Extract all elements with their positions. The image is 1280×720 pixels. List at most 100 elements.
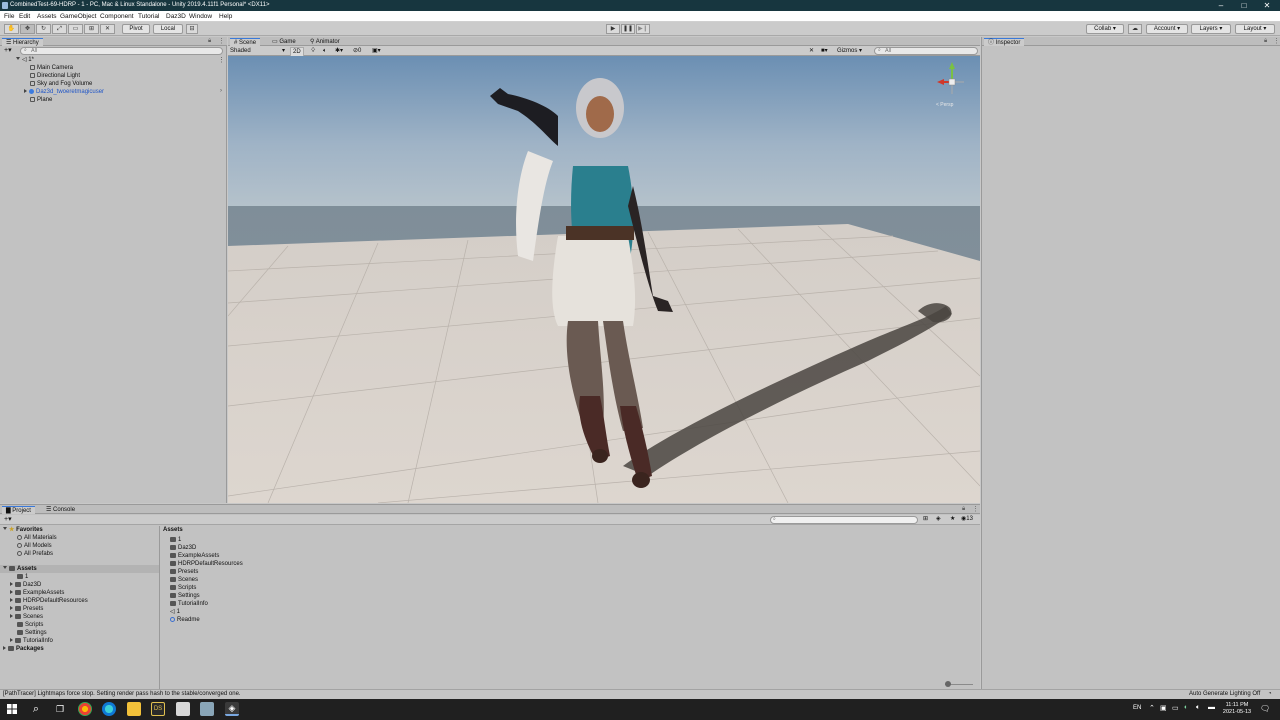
layers-dropdown[interactable]: Layers ▾ (1191, 24, 1231, 34)
asset-item[interactable]: 1 (170, 536, 181, 544)
create-plus-icon[interactable]: +▾ (4, 47, 12, 55)
folder-tree-item[interactable]: Scenes (10, 613, 43, 621)
asset-item[interactable]: Settings (170, 592, 200, 600)
menu-edit[interactable]: Edit (19, 11, 30, 22)
favorite-item[interactable]: All Materials (17, 534, 57, 542)
transform-tool-icon[interactable]: ⊞ (84, 24, 99, 34)
app-window-icon[interactable] (200, 702, 214, 716)
status-message[interactable]: [PathTracer] Lightmaps force stop. Setti… (3, 690, 241, 699)
icon-size-slider-handle[interactable] (945, 681, 951, 687)
scene-root-row[interactable]: ◁ 1* (16, 56, 34, 64)
panel-menu-icon[interactable]: ⋮ (972, 505, 979, 513)
asset-item[interactable]: Scripts (170, 584, 196, 592)
folder-tree-item[interactable]: Daz3D (10, 581, 41, 589)
clock[interactable]: 11:11 PM 2021-05-13 (1220, 702, 1254, 716)
expand-arrow-icon[interactable] (10, 581, 13, 586)
asset-item[interactable]: HDRPDefaultResources (170, 560, 243, 568)
lock-icon[interactable]: 🔒︎ (208, 38, 211, 45)
scene-menu-icon[interactable]: ⋮ (218, 56, 225, 64)
persp-label[interactable]: < Persp (936, 102, 953, 108)
hierarchy-item-prefab[interactable]: Daz3d_twoeretmagicuser (24, 88, 104, 96)
favorite-item[interactable]: All Models (17, 542, 52, 550)
play-button[interactable]: ▶ (606, 24, 620, 34)
expand-arrow-icon[interactable] (10, 613, 13, 618)
expand-arrow-icon[interactable] (10, 597, 13, 602)
asset-item[interactable]: Daz3D (170, 544, 196, 552)
folder-tree-item[interactable]: ExampleAssets (10, 589, 64, 597)
tools-icon[interactable]: ✕ (809, 47, 814, 55)
file-explorer-icon[interactable] (127, 702, 141, 716)
breadcrumb[interactable]: Assets (163, 526, 183, 534)
assets-root-item[interactable]: Assets (0, 565, 159, 573)
folder-tree-item[interactable]: Scripts (10, 621, 43, 629)
battery-icon[interactable]: ▬ (1208, 704, 1215, 711)
expand-arrow-icon[interactable] (3, 527, 7, 530)
unity-icon[interactable]: ◈ (225, 702, 239, 716)
folder-tree-item[interactable]: Settings (10, 629, 47, 637)
menu-component[interactable]: Component (100, 11, 134, 22)
rect-tool-icon[interactable]: ▭ (68, 24, 83, 34)
favorite-item[interactable]: All Prefabs (17, 550, 53, 558)
network-icon[interactable]: ▭ (1172, 704, 1179, 712)
tab-console[interactable]: ☰ Console (42, 506, 79, 514)
tab-inspector[interactable]: ⓘ Inspector (984, 38, 1025, 46)
close-icon[interactable]: ✕ (1256, 0, 1278, 11)
rotate-tool-icon[interactable]: ↻ (36, 24, 51, 34)
account-dropdown[interactable]: Account ▾ (1146, 24, 1188, 34)
search-icon[interactable]: ⌕ (29, 702, 43, 716)
tab-hierarchy[interactable]: ☰ Hierarchy (2, 38, 43, 46)
expand-arrow-icon[interactable] (10, 605, 13, 610)
orientation-gizmo[interactable]: < Persp (934, 62, 970, 108)
menu-window[interactable]: Window (189, 11, 212, 22)
volume-icon[interactable]: 🔈︎ (1196, 704, 1200, 712)
shading-mode-dropdown[interactable]: Shaded ▾ (230, 47, 288, 55)
expand-arrow-icon[interactable] (3, 645, 6, 650)
audio-toggle-icon[interactable]: 🔈︎ (323, 47, 327, 55)
step-button[interactable]: ▶❙ (636, 24, 650, 34)
language-indicator[interactable]: EN (1133, 705, 1141, 711)
menu-file[interactable]: File (4, 11, 14, 22)
menu-assets[interactable]: Assets (37, 11, 57, 22)
scene-viewport[interactable]: < Persp (228, 56, 980, 503)
hierarchy-item[interactable]: Directional Light (30, 72, 80, 80)
chevron-right-icon[interactable]: › (220, 88, 222, 94)
chrome-icon[interactable] (78, 702, 92, 716)
hand-tool-icon[interactable]: ✋ (4, 24, 19, 34)
hierarchy-item[interactable]: Sky and Fog Volume (30, 80, 92, 88)
expand-arrow-icon[interactable] (10, 589, 13, 594)
expand-arrow-icon[interactable] (24, 88, 27, 93)
layout-dropdown[interactable]: Layout ▾ (1235, 24, 1275, 34)
edge-icon[interactable] (102, 702, 116, 716)
menu-gameobject[interactable]: GameObject (60, 11, 97, 22)
lighting-toggle-icon[interactable]: 💡︎ (311, 47, 315, 55)
camera-icon[interactable]: ■▾ (821, 47, 828, 55)
maximize-icon[interactable]: □ (1233, 0, 1255, 11)
custom-tool-icon[interactable]: ✕ (100, 24, 115, 34)
expand-arrow-icon[interactable] (16, 57, 20, 60)
hidden-objects-icon[interactable]: ⊘0 (353, 47, 361, 55)
expand-arrow-icon[interactable] (10, 637, 13, 642)
create-plus-icon[interactable]: +▾ (4, 515, 12, 524)
tab-animator[interactable]: ⚲ Animator (306, 38, 344, 46)
asset-item[interactable]: Presets (170, 568, 198, 576)
tray-chevron-icon[interactable]: ⌃ (1149, 704, 1155, 712)
hidden-packages-icon[interactable]: ◉13 (961, 515, 973, 524)
menu-help[interactable]: Help (219, 11, 232, 22)
hierarchy-item[interactable]: Plane (30, 96, 52, 104)
asset-item[interactable]: TutorialInfo (170, 600, 208, 608)
favorite-star-icon[interactable]: ★ (950, 515, 955, 524)
project-search-input[interactable] (770, 516, 918, 524)
local-toggle-button[interactable]: Local (153, 24, 183, 34)
packages-root-item[interactable]: Packages (3, 645, 44, 653)
panel-menu-icon[interactable]: ⋮ (1273, 37, 1280, 45)
hierarchy-search-input[interactable] (20, 47, 223, 55)
scale-tool-icon[interactable]: ⤢ (52, 24, 67, 34)
pivot-toggle-button[interactable]: Pivot (122, 24, 150, 34)
tab-game[interactable]: ▭ Game (268, 38, 300, 46)
collab-button[interactable]: Collab ▾ (1086, 24, 1124, 34)
tab-scene[interactable]: # Scene (230, 38, 261, 46)
folder-tree-item[interactable]: 1 (10, 573, 28, 581)
menu-daz3d[interactable]: Daz3D (166, 11, 186, 22)
tray-app-icon[interactable]: ▣ (1160, 704, 1167, 712)
folder-tree-item[interactable]: Presets (10, 605, 43, 613)
